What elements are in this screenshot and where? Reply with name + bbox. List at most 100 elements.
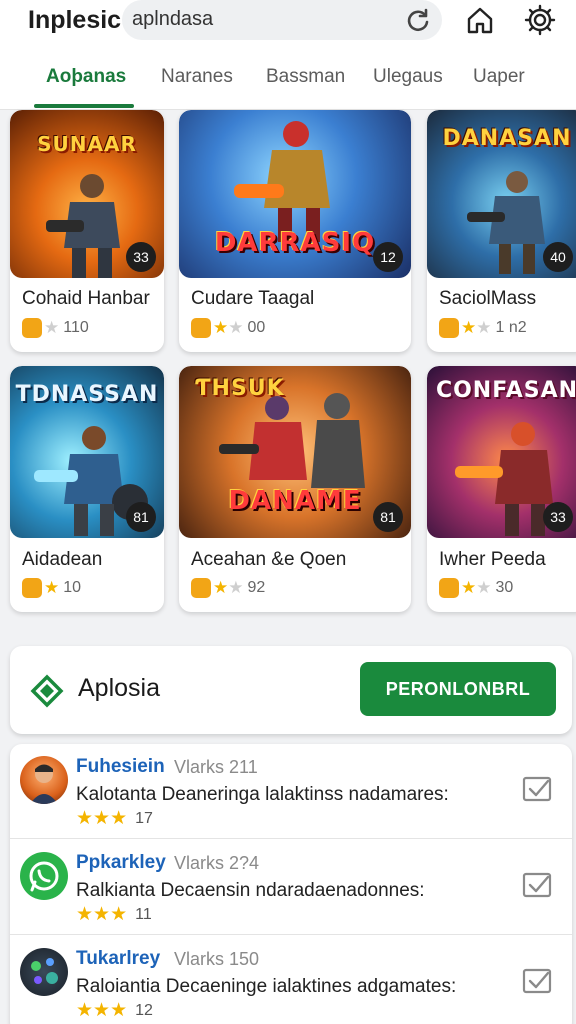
star-icon: ★ (213, 578, 229, 597)
game-rating: ★ 110 (22, 318, 89, 338)
refresh-icon[interactable] (404, 6, 432, 34)
game-artwork: ƬHSUK DANAME 81 (179, 366, 411, 538)
star-icon: ★ (110, 904, 128, 925)
tab-uaper[interactable]: Uaper (473, 66, 525, 88)
game-badge: 81 (373, 502, 403, 532)
app-icon (191, 578, 211, 598)
game-art-title: TDNASSAN (15, 382, 159, 407)
rating-count: 92 (247, 579, 266, 596)
search-bar[interactable]: aplndasa (122, 0, 442, 40)
game-title: Cohaid Hanbar (22, 288, 150, 309)
app-icon (22, 318, 42, 338)
tab-naranes[interactable]: Naranes (161, 66, 233, 88)
game-artwork: TDNASSAN 81 (10, 366, 164, 538)
promo-action-button[interactable]: PERONLONBRL (360, 662, 556, 716)
review-rating: ★ ★ ★ 11 (76, 904, 152, 925)
game-card[interactable]: CONFASAN 33 Iwher Peeda ★ ★ 30 (427, 366, 576, 612)
game-title: SaciolMass (439, 288, 537, 309)
promo-title: Aplosia (78, 674, 160, 702)
promo-banner: Aplosia PERONLONBRL (10, 646, 572, 734)
review-count: 17 (135, 810, 153, 827)
review-meta: Vlarks 2?4 (174, 853, 260, 873)
review-count: 12 (135, 1002, 153, 1019)
diamond-tag-icon (30, 674, 64, 708)
review-meta: Vlarks 150 (174, 949, 260, 969)
game-title: Aidadean (22, 549, 103, 570)
rating-count: 30 (495, 579, 514, 596)
app-icon (22, 578, 42, 598)
game-rating: ★ ★ 92 (191, 578, 265, 598)
game-rating: ★ ★ 00 (191, 318, 265, 338)
star-icon: ★ (213, 318, 229, 337)
avatar (20, 756, 68, 804)
star-icon: ★ (76, 808, 94, 829)
star-icon: ★ (228, 318, 244, 337)
review-item[interactable]: Fuhesiein Vlarks 211 Kalotanta Deanering… (10, 744, 572, 839)
app-logo: Inplesic (28, 6, 122, 34)
game-badge: 40 (543, 242, 573, 272)
star-icon: ★ (461, 578, 477, 597)
review-item[interactable]: Ppkarkley Vlarks 2?4 Ralkianta Decaensin… (10, 840, 572, 935)
game-card[interactable]: DARRASIQ 12 Cudare Taagal ★ ★ 00 (179, 110, 411, 352)
tab-aopanas[interactable]: Aoþanas (46, 66, 126, 88)
checkbox-icon[interactable] (522, 776, 554, 804)
reviewer-name[interactable]: Ppkarkley (76, 852, 166, 874)
category-tabs: Aoþanas Naranes Bassman Ulegaus Uaper (0, 58, 576, 110)
rating-count: 00 (247, 319, 266, 336)
game-art-title: CONFASAN (435, 378, 576, 403)
game-badge: 12 (373, 242, 403, 272)
game-card[interactable]: ƬHSUK DANAME 81 Aceahan &e Qoen ★ ★ 92 (179, 366, 411, 612)
review-text: Ralkianta Decaensin ndaradaenadonnes: (76, 880, 425, 901)
review-text: Kalotanta Deaneringa lalaktinss nadamare… (76, 784, 449, 805)
star-icon: ★ (228, 578, 244, 597)
character-illustration (234, 121, 330, 242)
star-icon: ★ (93, 1000, 111, 1021)
star-icon: ★ (93, 904, 111, 925)
game-badge: 33 (543, 502, 573, 532)
review-text: Raloiantia Decaeninge ialaktines adgamat… (76, 976, 457, 997)
game-rating: ★ 10 (22, 578, 81, 598)
game-title: Iwher Peeda (439, 549, 546, 570)
game-card[interactable]: DANASAN 40 SaciolMass ★ ★ 1 n2 (427, 110, 576, 352)
game-title: Aceahan &e Qoen (191, 549, 347, 570)
game-card[interactable]: TDNASSAN 81 Aidadean ★ 10 (10, 366, 164, 612)
game-artwork: SUNAAR 33 (10, 110, 164, 278)
home-icon[interactable] (464, 4, 496, 36)
checkbox-icon[interactable] (522, 968, 554, 996)
star-icon: ★ (76, 904, 94, 925)
star-icon: ★ (44, 578, 60, 597)
game-artwork: DANASAN 40 (427, 110, 576, 278)
reviewer-name[interactable]: Fuhesiein (76, 756, 165, 778)
reviewer-name[interactable]: Tukarlrey (76, 948, 160, 970)
star-icon: ★ (76, 1000, 94, 1021)
star-icon: ★ (93, 808, 111, 829)
character-illustration (46, 174, 120, 278)
tab-bassman[interactable]: Bassman (266, 66, 345, 88)
star-icon: ★ (461, 318, 477, 337)
game-title: Cudare Taagal (191, 288, 315, 309)
app-icon (439, 318, 459, 338)
review-rating: ★ ★ ★ 17 (76, 808, 153, 829)
rating-count: 10 (63, 579, 82, 596)
avatar (20, 948, 68, 996)
app-icon (191, 318, 211, 338)
gear-icon[interactable] (524, 4, 556, 36)
app-header: Inplesic aplndasa Aoþanas Naranes Bassma… (0, 0, 576, 110)
tab-ulegaus[interactable]: Ulegaus (373, 66, 443, 88)
review-item[interactable]: Tukarlrey Vlarks 150 Raloiantia Decaenin… (10, 936, 572, 1024)
star-icon: ★ (476, 578, 492, 597)
game-rating: ★ ★ 30 (439, 578, 513, 598)
active-tab-indicator (34, 104, 134, 108)
review-list: Fuhesiein Vlarks 211 Kalotanta Deanering… (10, 744, 572, 1024)
rating-count: 110 (63, 319, 89, 336)
star-icon: ★ (110, 1000, 128, 1021)
review-meta: Vlarks 211 (174, 757, 258, 777)
checkbox-icon[interactable] (522, 872, 554, 900)
game-artwork: DARRASIQ 12 (179, 110, 411, 278)
app-icon (439, 578, 459, 598)
search-input[interactable]: aplndasa (132, 8, 213, 31)
game-rating: ★ ★ 1 n2 (439, 318, 527, 338)
rating-count: 1 n2 (495, 319, 527, 336)
review-count: 11 (135, 906, 152, 923)
game-card[interactable]: SUNAAR 33 Cohaid Hanbar ★ 110 (10, 110, 164, 352)
